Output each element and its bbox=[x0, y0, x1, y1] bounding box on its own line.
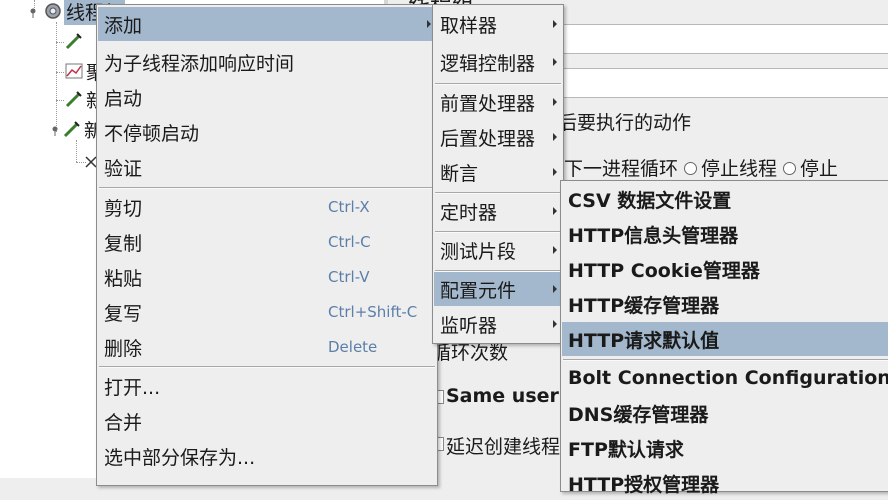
action-title: 后要执行的动作 bbox=[558, 112, 692, 134]
same-user-label: Same user bbox=[446, 385, 559, 407]
menu-item-http-header-manager[interactable]: HTTP信息头管理器 bbox=[562, 217, 888, 251]
menu-item-http-cache-manager[interactable]: HTTP缓存管理器 bbox=[562, 287, 888, 321]
menu-item-merge[interactable]: 合并 bbox=[98, 404, 436, 438]
submenu-arrow-icon bbox=[553, 168, 557, 176]
menu-item-paste[interactable]: 粘贴 Ctrl-V bbox=[98, 260, 436, 294]
menu-separator bbox=[99, 187, 435, 189]
submenu-arrow-icon bbox=[553, 98, 557, 106]
menu-item-start-no-pause[interactable]: 不停顿启动 bbox=[98, 115, 436, 149]
menu-item-logic-controller[interactable]: 逻辑控制器 bbox=[434, 45, 562, 79]
menu-item-delete[interactable]: 删除 Delete bbox=[98, 330, 436, 364]
menu-item-assertion[interactable]: 断言 bbox=[434, 155, 562, 189]
menu-item-config-element[interactable]: 配置元件 bbox=[434, 272, 562, 306]
tree-node-child-1[interactable] bbox=[64, 30, 88, 52]
config-element-submenu: CSV 数据文件设置 HTTP信息头管理器 HTTP Cookie管理器 HTT… bbox=[560, 180, 888, 496]
chart-icon bbox=[65, 63, 83, 79]
delay-create-label: 延迟创建线程 bbox=[446, 436, 561, 458]
submenu-arrow-icon bbox=[553, 58, 557, 66]
menu-item-ftp-request-defaults[interactable]: FTP默认请求 bbox=[562, 431, 888, 465]
radio-stop-thread-label[interactable]: 停止线程 bbox=[701, 158, 777, 180]
menu-item-timer[interactable]: 定时器 bbox=[434, 194, 562, 228]
menu-item-add-response-time[interactable]: 为子线程添加响应时间 bbox=[98, 45, 436, 79]
menu-item-http-request-defaults[interactable]: HTTP请求默认值 bbox=[562, 322, 888, 356]
submenu-arrow-icon bbox=[553, 20, 557, 28]
add-submenu: 取样器 逻辑控制器 前置处理器 后置处理器 断言 定时器 测试片段 配置元件 监… bbox=[432, 4, 564, 344]
menu-item-csv-data-set-config[interactable]: CSV 数据文件设置 bbox=[562, 182, 888, 216]
expand-toggle-icon[interactable] bbox=[50, 122, 62, 136]
menu-item-add[interactable]: 添加 bbox=[98, 7, 436, 41]
menu-item-cut[interactable]: 剪切 Ctrl-X bbox=[98, 190, 436, 224]
menu-item-listener[interactable]: 监听器 bbox=[434, 307, 562, 341]
radio-stop-thread[interactable] bbox=[684, 162, 698, 175]
menu-item-duplicate[interactable]: 复写 Ctrl+Shift-C bbox=[98, 295, 436, 329]
radio-next-loop-label[interactable]: 下一进程循环 bbox=[564, 158, 678, 180]
gear-icon bbox=[45, 3, 61, 19]
radio-stop-test[interactable] bbox=[783, 162, 797, 175]
action-radio-group: 下一进程循环 停止线程 停止 bbox=[564, 154, 838, 181]
submenu-arrow-icon bbox=[553, 285, 557, 293]
pipette-icon bbox=[65, 91, 82, 108]
submenu-arrow-icon bbox=[427, 20, 431, 28]
menu-item-pre-processor[interactable]: 前置处理器 bbox=[434, 85, 562, 119]
menu-item-validate[interactable]: 验证 bbox=[98, 150, 436, 184]
menu-item-http-cookie-manager[interactable]: HTTP Cookie管理器 bbox=[562, 252, 888, 286]
context-menu: 添加 为子线程添加响应时间 启动 不停顿启动 验证 剪切 Ctrl-X 复制 Ctr… bbox=[96, 4, 438, 486]
expand-toggle-icon[interactable] bbox=[28, 4, 40, 18]
menu-item-save-selection-as[interactable]: 选中部分保存为... bbox=[98, 439, 436, 473]
menu-item-copy[interactable]: 复制 Ctrl-C bbox=[98, 225, 436, 259]
menu-item-post-processor[interactable]: 后置处理器 bbox=[434, 120, 562, 154]
pipette-icon bbox=[63, 121, 80, 138]
submenu-arrow-icon bbox=[553, 207, 557, 215]
radio-stop-test-label[interactable]: 停止 bbox=[800, 158, 838, 180]
menu-item-open[interactable]: 打开... bbox=[98, 369, 436, 403]
comments-field[interactable] bbox=[558, 68, 888, 98]
submenu-arrow-icon bbox=[553, 133, 557, 141]
menu-item-bolt-connection-config[interactable]: Bolt Connection Configuration bbox=[562, 361, 888, 395]
name-field[interactable] bbox=[558, 24, 888, 54]
menu-item-dns-cache-manager[interactable]: DNS缓存管理器 bbox=[562, 396, 888, 430]
menu-item-sampler[interactable]: 取样器 bbox=[434, 7, 562, 41]
menu-item-http-authorization-manager[interactable]: HTTP授权管理器 bbox=[562, 466, 888, 500]
menu-item-start[interactable]: 启动 bbox=[98, 80, 436, 114]
menu-separator bbox=[99, 366, 435, 368]
submenu-arrow-icon bbox=[553, 246, 557, 254]
menu-item-test-fragment[interactable]: 测试片段 bbox=[434, 233, 562, 267]
pipette-icon bbox=[65, 33, 82, 50]
submenu-arrow-icon bbox=[553, 320, 557, 328]
